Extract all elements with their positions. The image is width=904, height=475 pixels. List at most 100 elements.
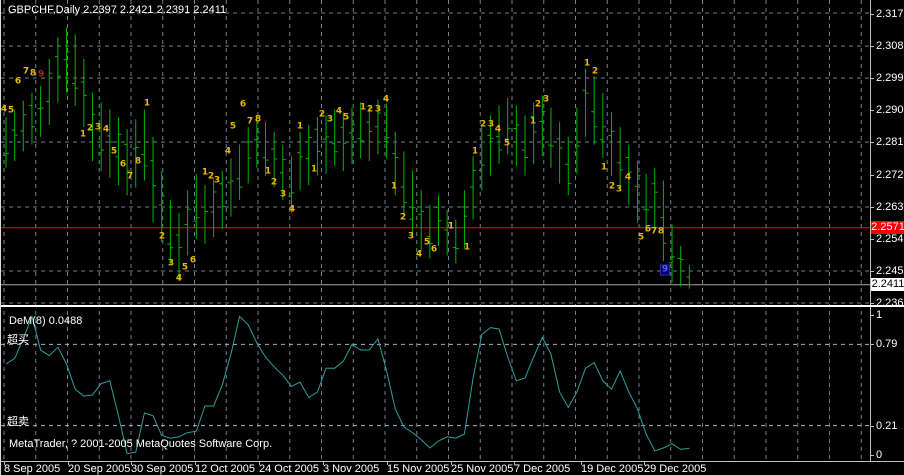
indicator-tick <box>870 315 874 316</box>
ohlc-bar[interactable] <box>314 117 321 176</box>
date-axis-label: 20 Sep 2005 <box>68 463 131 475</box>
ohlc-bar[interactable] <box>634 160 641 223</box>
ohlc-bar[interactable] <box>461 190 468 249</box>
current-price-label: 2.2411 <box>871 277 904 291</box>
ohlc-bar[interactable] <box>599 92 606 159</box>
ohlc-bar[interactable] <box>357 102 364 159</box>
ohlc-bar[interactable] <box>392 131 399 196</box>
ohlc-bar[interactable] <box>522 115 528 176</box>
ohlc-bar[interactable] <box>63 27 70 93</box>
time-axis[interactable]: 8 Sep 2005 20 Sep 2005 30 Sep 2005 12 Oct 2… <box>1 462 904 475</box>
ohlc-bar[interactable] <box>158 170 165 242</box>
ohlc-bar[interactable] <box>374 99 381 155</box>
ohlc-bar[interactable] <box>435 195 442 246</box>
price-axis-label: 2.2720 <box>876 168 904 181</box>
ohlc-bar[interactable] <box>617 127 624 191</box>
ohlc-bar[interactable] <box>132 119 139 188</box>
price-axis-label: 2.3080 <box>876 40 904 53</box>
ohlc-bar[interactable] <box>625 144 632 205</box>
date-axis-label: 8 Sep 2005 <box>4 463 61 475</box>
ohlc-bar[interactable] <box>150 136 157 223</box>
ohlc-bar[interactable] <box>504 97 511 155</box>
ohlc-bar[interactable] <box>470 156 477 220</box>
ohlc-bar[interactable] <box>426 204 433 259</box>
price-axis-label: 2.3170 <box>876 8 904 20</box>
ohlc-bar[interactable] <box>660 180 667 262</box>
ohlc-bar[interactable] <box>539 95 546 157</box>
indicator-axis-label: 0.21 <box>876 419 898 432</box>
price-axis-label: 2.2810 <box>876 136 904 149</box>
ohlc-bar[interactable] <box>608 112 615 176</box>
panel-separator[interactable] <box>1 305 904 307</box>
metatrader-chart-window: GBPCHF,Daily 2.2397 2.2421 2.2391 2.2411… <box>0 0 904 475</box>
date-axis-label: 29 Dec 2005 <box>644 463 707 475</box>
ohlc-bar[interactable] <box>271 131 278 188</box>
ohlc-bar[interactable] <box>547 107 554 168</box>
ohlc-bar[interactable] <box>409 170 416 236</box>
ohlc-bar[interactable] <box>236 144 243 200</box>
ohlc-bar[interactable] <box>573 107 580 174</box>
ohlc-bar[interactable] <box>452 219 459 264</box>
ohlc-bar[interactable] <box>28 92 35 145</box>
ohlc-bar[interactable] <box>565 136 572 196</box>
ohlc-bar[interactable] <box>297 131 304 191</box>
ohlc-bar[interactable] <box>227 158 234 217</box>
ohlc-bar[interactable] <box>643 173 650 232</box>
ohlc-bar[interactable] <box>184 190 191 256</box>
ohlc-bar[interactable] <box>106 109 113 178</box>
ohlc-bar[interactable] <box>89 92 96 161</box>
demarker-line <box>5 314 690 455</box>
date-axis-label: 12 Oct 2005 <box>195 463 255 475</box>
ohlc-bar[interactable] <box>124 128 131 196</box>
ohlc-bar[interactable] <box>677 245 684 287</box>
ohlc-bar[interactable] <box>487 115 494 176</box>
date-axis-label: 3 Nov 2005 <box>323 463 380 475</box>
ohlc-bar[interactable] <box>582 68 589 137</box>
ohlc-bar[interactable] <box>141 109 148 181</box>
ohlc-bar[interactable] <box>478 127 485 191</box>
ohlc-bar[interactable] <box>669 224 676 283</box>
ohlc-bar[interactable] <box>530 102 537 164</box>
price-axis-label: 2.2360 <box>876 297 904 309</box>
ohlc-bar[interactable] <box>54 37 61 103</box>
ohlc-bar[interactable] <box>37 86 44 137</box>
ohlc-bar[interactable] <box>115 117 122 186</box>
date-axis-label: 19 Dec 2005 <box>581 463 644 475</box>
ohlc-bar[interactable] <box>80 58 87 128</box>
date-axis-label: 30 Sep 2005 <box>131 463 194 475</box>
date-axis-label: 24 Oct 2005 <box>259 463 319 475</box>
ohlc-bar[interactable] <box>245 127 252 184</box>
ohlc-bar[interactable] <box>323 115 330 174</box>
ohlc-bar[interactable] <box>349 107 355 164</box>
ohlc-bar[interactable] <box>418 190 425 252</box>
date-axis-label: 15 Nov 2005 <box>387 463 450 475</box>
price-axis-label: 2.2990 <box>876 72 904 85</box>
ohlc-bar[interactable] <box>496 105 503 164</box>
chart-title: GBPCHF,Daily 2.2397 2.2421 2.2391 2.2411 <box>8 4 227 16</box>
indicator-axis-label: 1 <box>876 309 883 321</box>
ohlc-bar[interactable] <box>72 34 79 106</box>
ohlc-bar[interactable] <box>176 212 182 281</box>
ohlc-bar[interactable] <box>279 144 286 200</box>
ohlc-bar[interactable] <box>46 58 53 125</box>
ohlc-bar[interactable] <box>167 199 174 266</box>
ohlc-bar[interactable] <box>366 105 373 161</box>
ohlc-bar[interactable] <box>651 167 658 230</box>
ohlc-bar[interactable] <box>262 122 269 176</box>
ohlc-bar[interactable] <box>331 109 338 166</box>
ohlc-bar[interactable] <box>11 109 18 161</box>
indicator-tick <box>870 425 874 427</box>
price-chart-plot[interactable] <box>1 0 870 306</box>
indicator-name-value: DeM(8) 0.0488 <box>9 315 83 327</box>
ohlc-bar[interactable] <box>201 185 208 244</box>
ohlc-bar[interactable] <box>444 209 451 256</box>
ohlc-bar[interactable] <box>305 124 312 186</box>
ohlc-bar[interactable] <box>20 100 27 152</box>
price-axis-label: 2.2540 <box>876 232 904 245</box>
ohlc-bar[interactable] <box>556 122 563 184</box>
ohlc-bar[interactable] <box>591 76 598 145</box>
ohlc-bar[interactable] <box>513 105 520 166</box>
ohlc-bar[interactable] <box>193 173 200 240</box>
ohlc-bar[interactable] <box>219 170 226 230</box>
price-axis-label: 2.2900 <box>876 104 904 117</box>
